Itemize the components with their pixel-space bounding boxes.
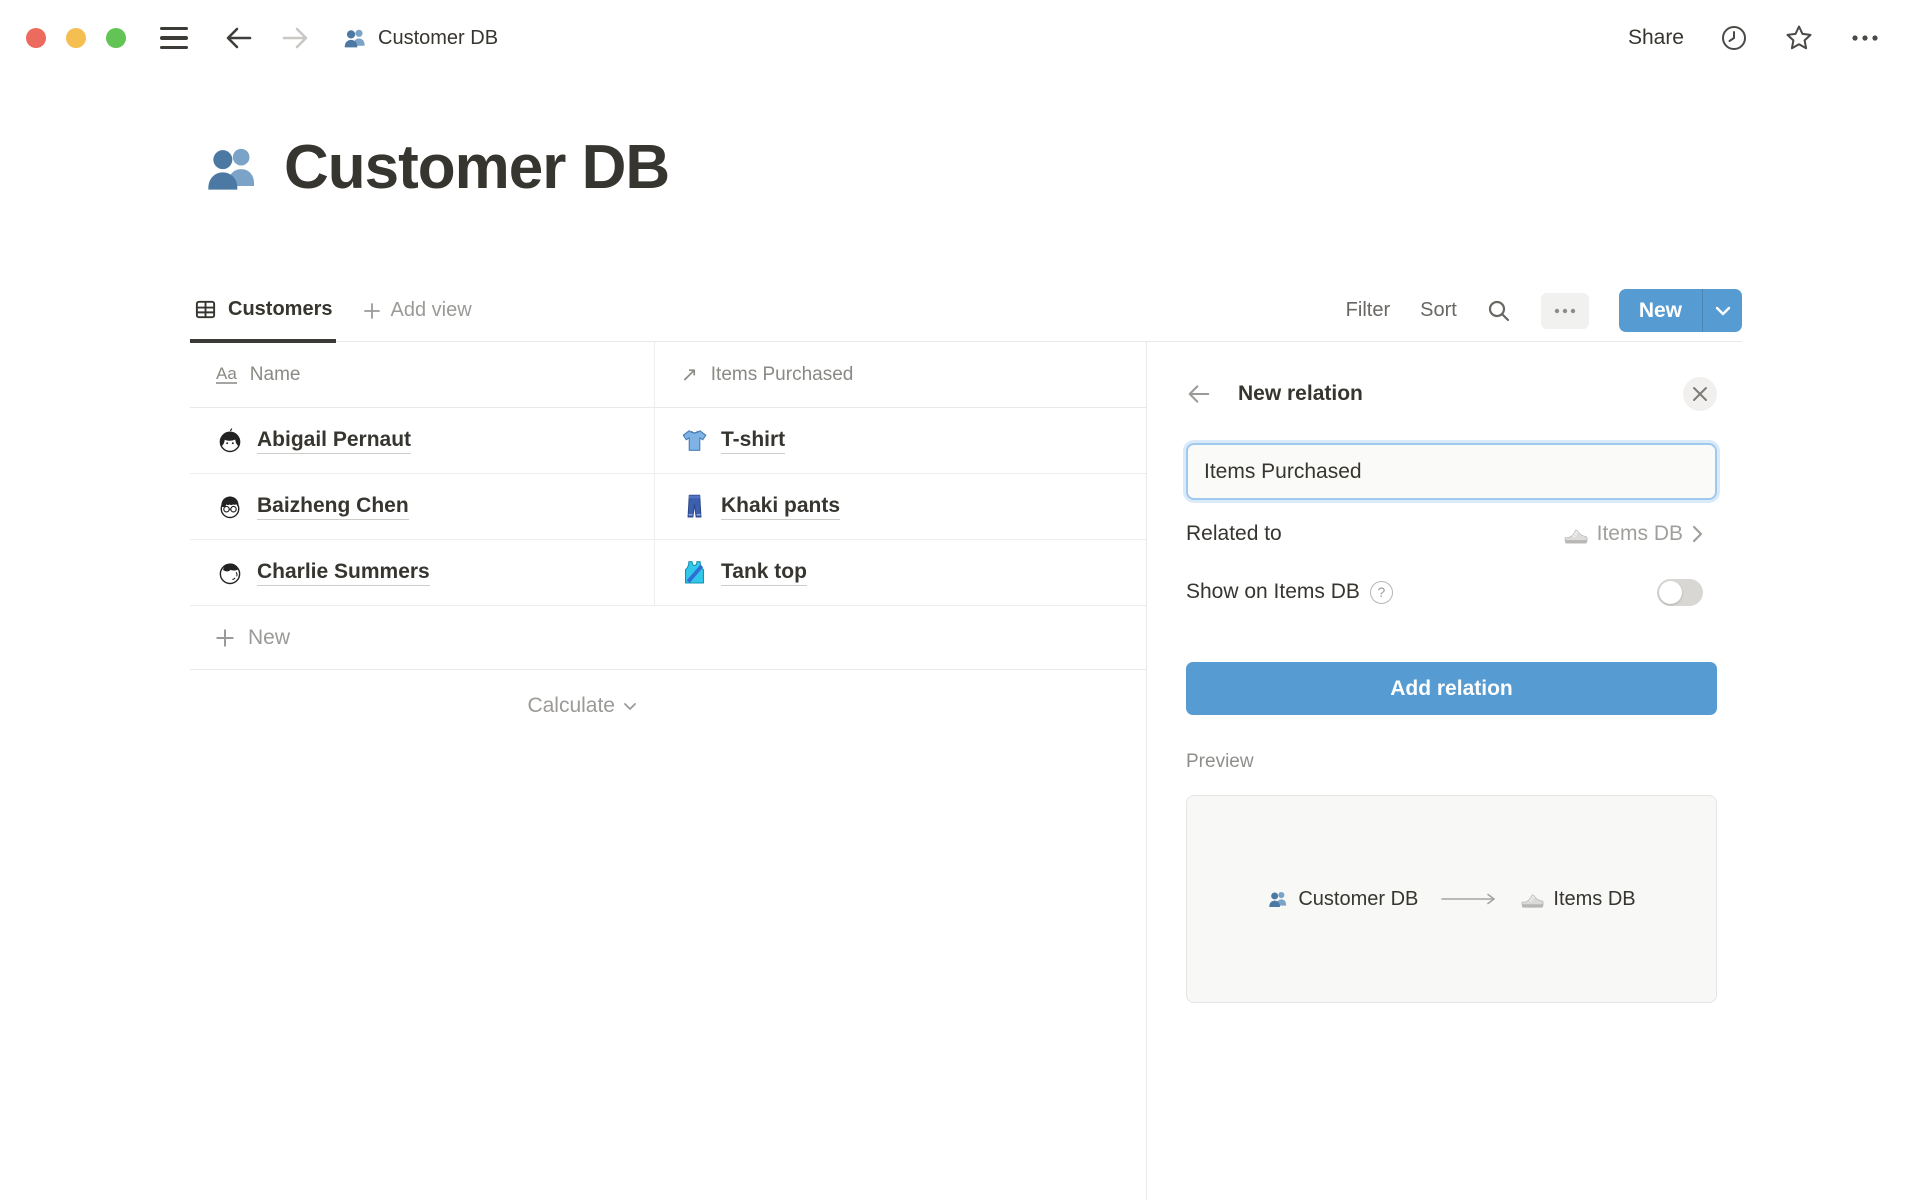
preview-target-label: Items DB: [1553, 888, 1635, 911]
search-icon[interactable]: [1487, 299, 1511, 323]
panel-back-icon[interactable]: [1186, 383, 1212, 405]
people-icon: [342, 25, 368, 51]
name-cell[interactable]: Abigail Pernaut: [190, 408, 655, 473]
customers-table: Aa Name ↗ Items Purchased Abigail Pernau…: [190, 342, 1146, 742]
new-record-dropdown-button[interactable]: [1702, 289, 1742, 332]
new-relation-panel: New relation Related to Items DB Show on…: [1186, 372, 1717, 1003]
jeans-icon: [681, 493, 708, 520]
related-to-value: Items DB: [1597, 522, 1683, 546]
preview-source-label: Customer DB: [1298, 888, 1418, 911]
avatar: [216, 493, 244, 521]
add-view-button[interactable]: Add view: [362, 280, 471, 341]
close-panel-button[interactable]: [1683, 377, 1717, 411]
column-name-label: Name: [250, 364, 301, 386]
add-relation-button[interactable]: Add relation: [1186, 662, 1717, 715]
traffic-lights: [26, 28, 126, 48]
sneaker-icon: [1520, 887, 1544, 911]
plus-icon: [362, 301, 382, 321]
forward-icon[interactable]: [280, 25, 310, 51]
name-cell[interactable]: Charlie Summers: [190, 540, 655, 605]
tab-customers[interactable]: Customers: [190, 280, 336, 343]
sidebar-menu-icon[interactable]: [160, 27, 188, 50]
titlebar: Customer DB Share: [0, 0, 1920, 76]
show-on-toggle[interactable]: [1657, 579, 1703, 606]
panel-title: New relation: [1238, 382, 1363, 406]
new-record-button[interactable]: New: [1619, 289, 1702, 332]
panel-divider: [1146, 342, 1147, 1200]
column-header-items-purchased[interactable]: ↗ Items Purchased: [655, 342, 1146, 407]
table-row: Abigail Pernaut T-shirt: [190, 408, 1146, 474]
page-title: Customer DB: [284, 132, 669, 203]
new-row-label: New: [248, 626, 290, 650]
show-on-label: Show on Items DB: [1186, 580, 1360, 604]
plus-icon: [214, 627, 236, 649]
items-cell[interactable]: T-shirt: [655, 408, 1146, 473]
preview-target-db: Items DB: [1520, 887, 1635, 911]
chevron-down-icon: [623, 702, 637, 711]
breadcrumb[interactable]: Customer DB: [342, 25, 498, 51]
long-arrow-right-icon: [1440, 892, 1498, 906]
share-button[interactable]: Share: [1628, 26, 1684, 50]
avatar: [216, 427, 244, 455]
people-icon: [1267, 888, 1289, 910]
preview-label: Preview: [1186, 751, 1717, 773]
preview-source-db: Customer DB: [1267, 888, 1418, 911]
column-items-label: Items Purchased: [711, 364, 854, 386]
relation-property-icon: ↗: [681, 362, 698, 387]
name-cell[interactable]: Baizheng Chen: [190, 474, 655, 539]
calculate-label: Calculate: [527, 694, 615, 718]
view-options-button[interactable]: [1541, 293, 1589, 329]
related-page-link[interactable]: T-shirt: [721, 428, 785, 454]
view-bar: Customers Add view Filter Sort New: [190, 280, 1742, 342]
zoom-window-button[interactable]: [106, 28, 126, 48]
related-page-link[interactable]: Khaki pants: [721, 494, 840, 520]
table-row: Charlie Summers Tank top: [190, 540, 1146, 606]
minimize-window-button[interactable]: [66, 28, 86, 48]
star-icon[interactable]: [1784, 23, 1814, 53]
preview-box: Customer DB Items DB: [1186, 795, 1717, 1003]
record-link[interactable]: Charlie Summers: [257, 560, 430, 586]
sneaker-icon: [1563, 522, 1588, 547]
show-on-row: Show on Items DB ?: [1186, 568, 1717, 616]
table-header-row: Aa Name ↗ Items Purchased: [190, 342, 1146, 408]
items-cell[interactable]: Tank top: [655, 540, 1146, 605]
close-icon: [1692, 386, 1708, 402]
related-to-select[interactable]: Items DB: [1563, 522, 1703, 547]
table-view-icon: [194, 298, 217, 321]
related-to-label: Related to: [1186, 522, 1282, 546]
filter-button[interactable]: Filter: [1346, 299, 1390, 322]
help-icon[interactable]: ?: [1370, 581, 1393, 604]
sort-button[interactable]: Sort: [1420, 299, 1457, 322]
items-cell[interactable]: Khaki pants: [655, 474, 1146, 539]
text-property-icon: Aa: [216, 365, 237, 385]
relation-name-input[interactable]: [1186, 443, 1717, 500]
tab-customers-label: Customers: [228, 298, 332, 321]
column-header-name[interactable]: Aa Name: [190, 342, 655, 407]
back-icon[interactable]: [224, 25, 254, 51]
add-view-label: Add view: [390, 299, 471, 322]
breadcrumb-title: Customer DB: [378, 27, 498, 50]
table-row: Baizheng Chen Khaki pants: [190, 474, 1146, 540]
clock-icon[interactable]: [1720, 24, 1748, 52]
record-link[interactable]: Baizheng Chen: [257, 494, 409, 520]
calculate-button[interactable]: Calculate: [190, 670, 655, 742]
chevron-right-icon: [1692, 525, 1703, 543]
tanktop-icon: [681, 559, 708, 586]
record-link[interactable]: Abigail Pernaut: [257, 428, 411, 454]
tshirt-icon: [681, 427, 708, 454]
new-row-button[interactable]: New: [190, 606, 1146, 670]
related-to-row: Related to Items DB: [1186, 510, 1717, 558]
close-window-button[interactable]: [26, 28, 46, 48]
toggle-knob: [1659, 581, 1682, 604]
new-record-split-button: New: [1619, 289, 1742, 332]
avatar: [216, 559, 244, 587]
people-icon[interactable]: [202, 138, 262, 198]
more-options-icon[interactable]: [1850, 33, 1880, 43]
related-page-link[interactable]: Tank top: [721, 560, 807, 586]
